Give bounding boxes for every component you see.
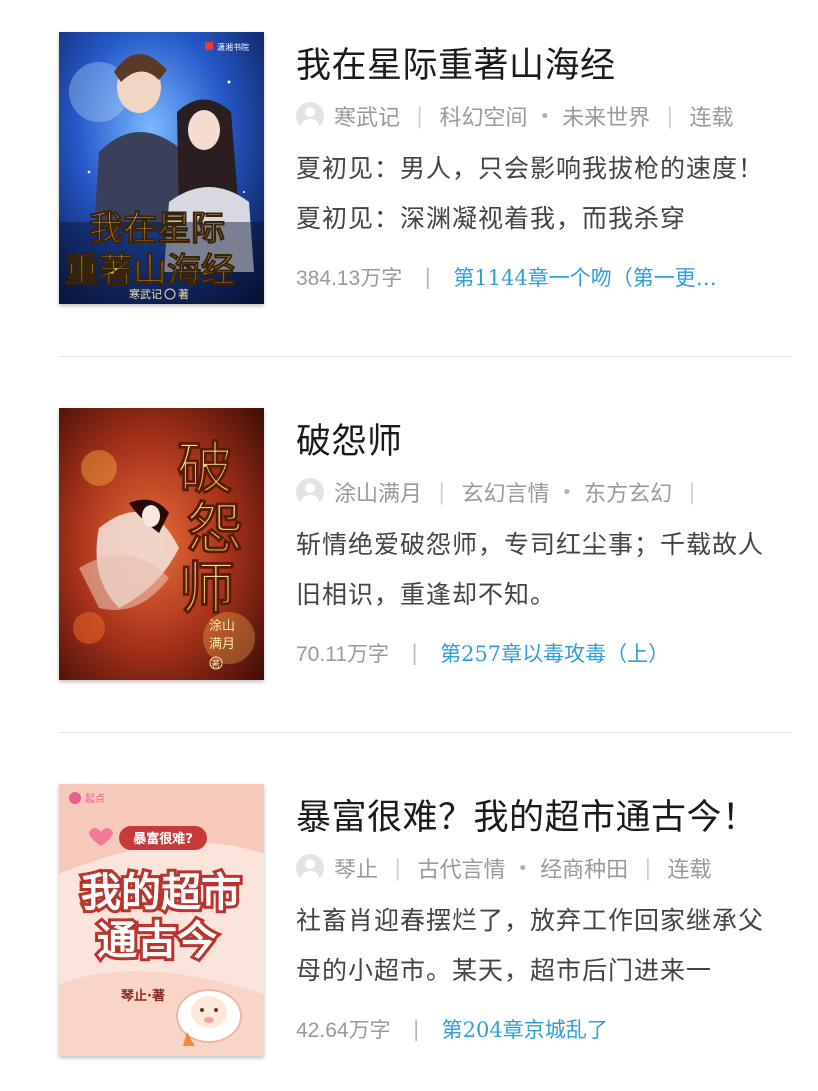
word-count: 384.13万字 [296,266,403,290]
meta-separator: | [688,479,696,505]
word-count: 70.11万字 [296,642,389,666]
meta-separator: | [644,855,652,881]
book-category[interactable]: 古代言情 [417,852,505,884]
latest-chapter-link[interactable]: 第1144章一个吻（第一更… [453,262,716,292]
book-title[interactable]: 我在星际重著山海经 [296,42,788,90]
meta-separator: | [416,103,424,129]
book-info: 破怨师 涂山满月 | 玄幻言情 • 东方玄幻 | 斩情绝爱破怨师，专司红尘事；千… [296,418,788,668]
book-info: 我在星际重著山海经 寒武记 | 科幻空间 • 未来世界 | 连载 夏初见：男人，… [296,42,788,292]
cover-art: 潇湘书院 我在星际 重著山海经 寒武记 著 [59,32,264,304]
cover-title-line2: 重著山海经 [65,251,235,291]
book-stats: 42.64万字 | 第204章京城乱了 [296,1014,788,1044]
book-author[interactable]: 寒武记 [334,100,400,132]
author-avatar-icon [296,854,324,882]
book-cover[interactable]: 破 怨 师 涂山 满月 著 [59,408,264,680]
divider [59,356,792,357]
meta-dot: • [539,105,551,127]
meta-dot: • [517,857,529,879]
cover-art: 破 怨 师 涂山 满月 著 [59,408,264,680]
book-title[interactable]: 暴富很难？我的超市通古今！ [296,794,788,842]
book-description: 斩情绝爱破怨师，专司红尘事；千载故人旧相识，重逢却不知。 [296,530,765,609]
cover-title: 破 [177,436,233,502]
stats-separator: | [411,641,419,665]
book-info: 暴富很难？我的超市通古今！ 琴止 | 古代言情 • 经商种田 | 连载 社畜肖迎… [296,794,788,1044]
book-subcategory[interactable]: 经商种田 [540,852,628,884]
stats-separator: | [424,265,432,289]
meta-dot: • [561,481,573,503]
cover-title-line2: 通古今 [97,918,217,964]
book-description: 社畜肖迎春摆烂了，放弃工作回家继承父母的小超市。某天，超市后门进来一 [296,906,765,985]
meta-separator: | [394,855,402,881]
book-item[interactable]: 起点 暴富很难? 我的超市 通古今 琴止·著 暴富很难？我的超市通古今！ 琴止 … [0,752,818,1056]
book-stats: 70.11万字 | 第257章以毒攻毒（上） [296,638,788,668]
cover-title: 师 [179,556,235,622]
book-title[interactable]: 破怨师 [296,418,788,466]
word-count: 42.64万字 [296,1018,391,1042]
cover-publisher: 起点 [85,793,105,805]
book-meta: 涂山满月 | 玄幻言情 • 东方玄幻 | [296,476,788,508]
cover-author-suffix: 著 [178,287,189,301]
cover-title: 我的超市 [81,870,241,916]
cover-badge: 暴富很难? [132,831,193,847]
book-status: 连载 [689,106,734,131]
cover-art: 起点 暴富很难? 我的超市 通古今 琴止·著 [59,784,264,1056]
book-cover[interactable]: 起点 暴富很难? 我的超市 通古今 琴止·著 [59,784,264,1056]
book-stats: 384.13万字 | 第1144章一个吻（第一更… [296,262,788,292]
meta-separator: | [438,479,446,505]
cover-title: 我在星际 [89,209,225,249]
book-category[interactable]: 玄幻言情 [461,476,549,508]
cover-author-suffix: 著 [211,658,220,670]
stats-separator: | [412,1017,420,1041]
cover-author: 琴止·著 [121,988,165,1004]
book-meta: 寒武记 | 科幻空间 • 未来世界 | 连载 [296,100,788,132]
book-description: 夏初见：男人，只会影响我拔枪的速度！夏初见：深渊凝视着我，而我杀穿 [296,154,765,233]
book-item[interactable]: 破 怨 师 涂山 满月 著 破怨师 涂山满月 | 玄幻言情 • 东方玄幻 | 斩… [0,376,818,680]
book-item[interactable]: 潇湘书院 我在星际 重著山海经 寒武记 著 我在星际重著山海经 寒武记 | 科幻… [0,0,818,304]
cover-author: 满月 [209,637,235,652]
cover-author: 涂山 [209,618,235,634]
book-subcategory[interactable]: 未来世界 [562,100,650,132]
book-subcategory[interactable]: 东方玄幻 [584,476,672,508]
latest-chapter-link[interactable]: 第204章京城乱了 [442,1014,608,1044]
latest-chapter-link[interactable]: 第257章以毒攻毒（上） [440,638,669,668]
book-author[interactable]: 涂山满月 [334,476,422,508]
author-avatar-icon [296,478,324,506]
book-status: 连载 [667,858,712,883]
cover-title: 怨 [187,496,243,562]
cover-publisher: 潇湘书院 [217,42,249,52]
cover-author: 寒武记 [129,287,162,301]
book-author[interactable]: 琴止 [334,852,378,884]
meta-separator: | [666,103,674,129]
author-avatar-icon [296,102,324,130]
book-cover[interactable]: 潇湘书院 我在星际 重著山海经 寒武记 著 [59,32,264,304]
book-meta: 琴止 | 古代言情 • 经商种田 | 连载 [296,852,788,884]
divider [59,732,792,733]
book-category[interactable]: 科幻空间 [439,100,527,132]
